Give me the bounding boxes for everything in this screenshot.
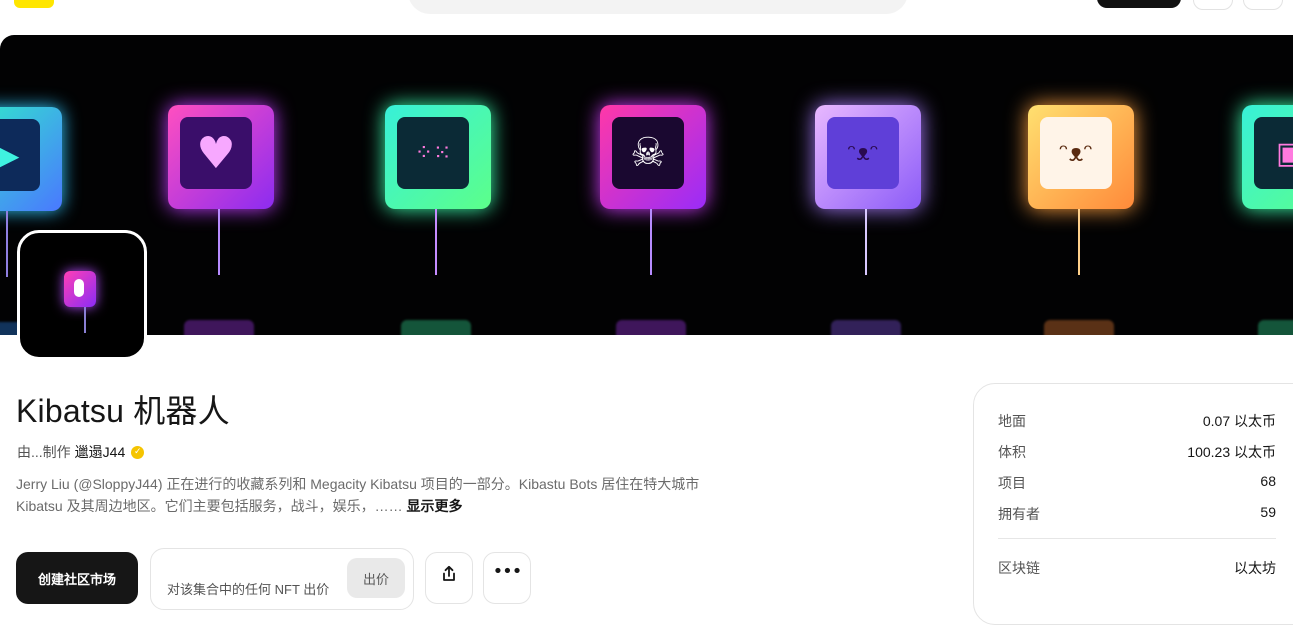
stat-label: 区块链 bbox=[998, 560, 1040, 576]
description-text: Jerry Liu (@SloppyJ44) 正在进行的收藏系列和 Megaci… bbox=[16, 476, 700, 514]
stats-divider bbox=[998, 538, 1276, 539]
stat-value: 68 bbox=[1260, 473, 1276, 489]
banner-bot: ▶ bbox=[0, 107, 62, 335]
search-bar[interactable] bbox=[408, 0, 908, 14]
stat-chain: 区块链 以太坊 bbox=[998, 558, 1276, 578]
creator-prefix: 由...制作 bbox=[17, 444, 71, 460]
create-market-button[interactable]: 创建社区市场 bbox=[16, 552, 138, 604]
banner-bot: ⁘⁙ bbox=[385, 105, 491, 335]
stat-label: 拥有者 bbox=[998, 506, 1040, 522]
creator-line: 由...制作 邋遢J44 ✓ bbox=[17, 442, 145, 462]
stat-items: 项目 68 bbox=[998, 473, 1276, 493]
show-more-link[interactable]: 显示更多 bbox=[406, 498, 462, 514]
top-nav-icon-button[interactable] bbox=[1193, 0, 1233, 10]
offer-button[interactable]: 出价 bbox=[347, 558, 405, 598]
more-options-button[interactable]: ••• bbox=[483, 552, 531, 604]
collection-title: Kibatsu 机器人 bbox=[16, 393, 230, 429]
collection-stats-card: 地面 0.07 以太币 体积 100.23 以太币 项目 68 拥有者 59 区… bbox=[973, 383, 1293, 625]
stat-label: 地面 bbox=[998, 413, 1026, 429]
collection-offer-box: 对该集合中的任何 NFT 出价 出价 bbox=[150, 548, 414, 610]
stat-value: 以太坊 bbox=[1234, 560, 1276, 576]
share-button[interactable] bbox=[425, 552, 473, 604]
offer-prompt: 对该集合中的任何 NFT 出价 bbox=[167, 582, 330, 597]
collection-description: Jerry Liu (@SloppyJ44) 正在进行的收藏系列和 Megaci… bbox=[16, 473, 746, 517]
stat-label: 体积 bbox=[998, 444, 1026, 460]
site-logo[interactable] bbox=[14, 0, 54, 8]
banner-bot: ᵔᴥᵔ bbox=[815, 105, 921, 335]
banner-bot: ☠ bbox=[600, 105, 706, 335]
banner-bot: ▣ bbox=[1242, 105, 1293, 335]
stat-floor: 地面 0.07 以太币 bbox=[998, 411, 1276, 431]
stat-owners: 拥有者 59 bbox=[998, 504, 1276, 524]
stat-value: 59 bbox=[1260, 504, 1276, 520]
collection-avatar bbox=[17, 230, 147, 360]
top-nav-icon-button[interactable] bbox=[1243, 0, 1283, 10]
stat-label: 项目 bbox=[998, 475, 1026, 491]
verified-badge-icon: ✓ bbox=[131, 445, 145, 459]
stat-value: 0.07 以太币 bbox=[1202, 413, 1276, 429]
more-horizontal-icon: ••• bbox=[492, 561, 523, 582]
banner-bot: ᵔᴥᵔ bbox=[1028, 105, 1134, 335]
collection-banner: ▶ ♥ ⁘⁙ ☠ ᵔᴥᵔ ᵔᴥᵔ ▣ bbox=[0, 35, 1293, 335]
stat-volume: 体积 100.23 以太币 bbox=[998, 442, 1276, 462]
creator-link[interactable]: 邋遢J44 bbox=[75, 442, 126, 462]
top-nav-primary-button[interactable] bbox=[1097, 0, 1181, 8]
share-icon bbox=[443, 565, 455, 581]
stat-value: 100.23 以太币 bbox=[1187, 444, 1276, 460]
banner-bot: ♥ bbox=[168, 105, 274, 335]
